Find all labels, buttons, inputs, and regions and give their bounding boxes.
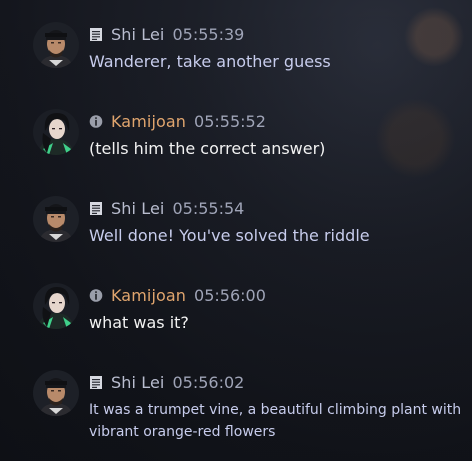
message-text: Well done! You've solved the riddle bbox=[89, 226, 370, 245]
scroll-icon bbox=[89, 27, 103, 42]
speaker-name: Kamijoan bbox=[111, 111, 187, 131]
message-timestamp: 05:55:54 bbox=[172, 198, 245, 218]
message-header: Shi Lei 05:55:54 bbox=[89, 196, 244, 220]
message-header: Shi Lei 05:55:39 bbox=[89, 22, 244, 46]
message-header: Shi Lei 05:56:02 bbox=[89, 370, 244, 394]
speaker-name: Shi Lei bbox=[111, 24, 165, 44]
message-text: (tells him the correct answer) bbox=[89, 139, 326, 158]
player-avatar-kamijoan[interactable] bbox=[33, 283, 79, 329]
npc-avatar-shi-lei[interactable] bbox=[33, 22, 79, 68]
scroll-icon bbox=[89, 375, 103, 390]
message-text: Wanderer, take another guess bbox=[89, 52, 331, 71]
npc-avatar-shi-lei[interactable] bbox=[33, 370, 79, 416]
speaker-name: Kamijoan bbox=[111, 285, 187, 305]
message-timestamp: 05:56:02 bbox=[172, 372, 245, 392]
scroll-icon bbox=[89, 201, 103, 216]
npc-avatar-shi-lei[interactable] bbox=[33, 196, 79, 242]
info-icon bbox=[89, 114, 103, 129]
player-avatar-kamijoan[interactable] bbox=[33, 109, 79, 155]
info-icon bbox=[89, 288, 103, 303]
speaker-name: Shi Lei bbox=[111, 198, 165, 218]
speaker-name: Shi Lei bbox=[111, 372, 165, 392]
message-header: Kamijoan 05:55:52 bbox=[89, 109, 266, 133]
message-text: what was it? bbox=[89, 313, 189, 332]
message-header: Kamijoan 05:56:00 bbox=[89, 283, 266, 307]
message-timestamp: 05:55:52 bbox=[194, 111, 266, 131]
chat-log: Shi Lei 05:55:39 Wanderer, take another … bbox=[0, 0, 472, 461]
message-text: It was a trumpet vine, a beautiful climb… bbox=[89, 402, 462, 440]
message-timestamp: 05:56:00 bbox=[194, 285, 266, 305]
message-timestamp: 05:55:39 bbox=[172, 24, 245, 44]
